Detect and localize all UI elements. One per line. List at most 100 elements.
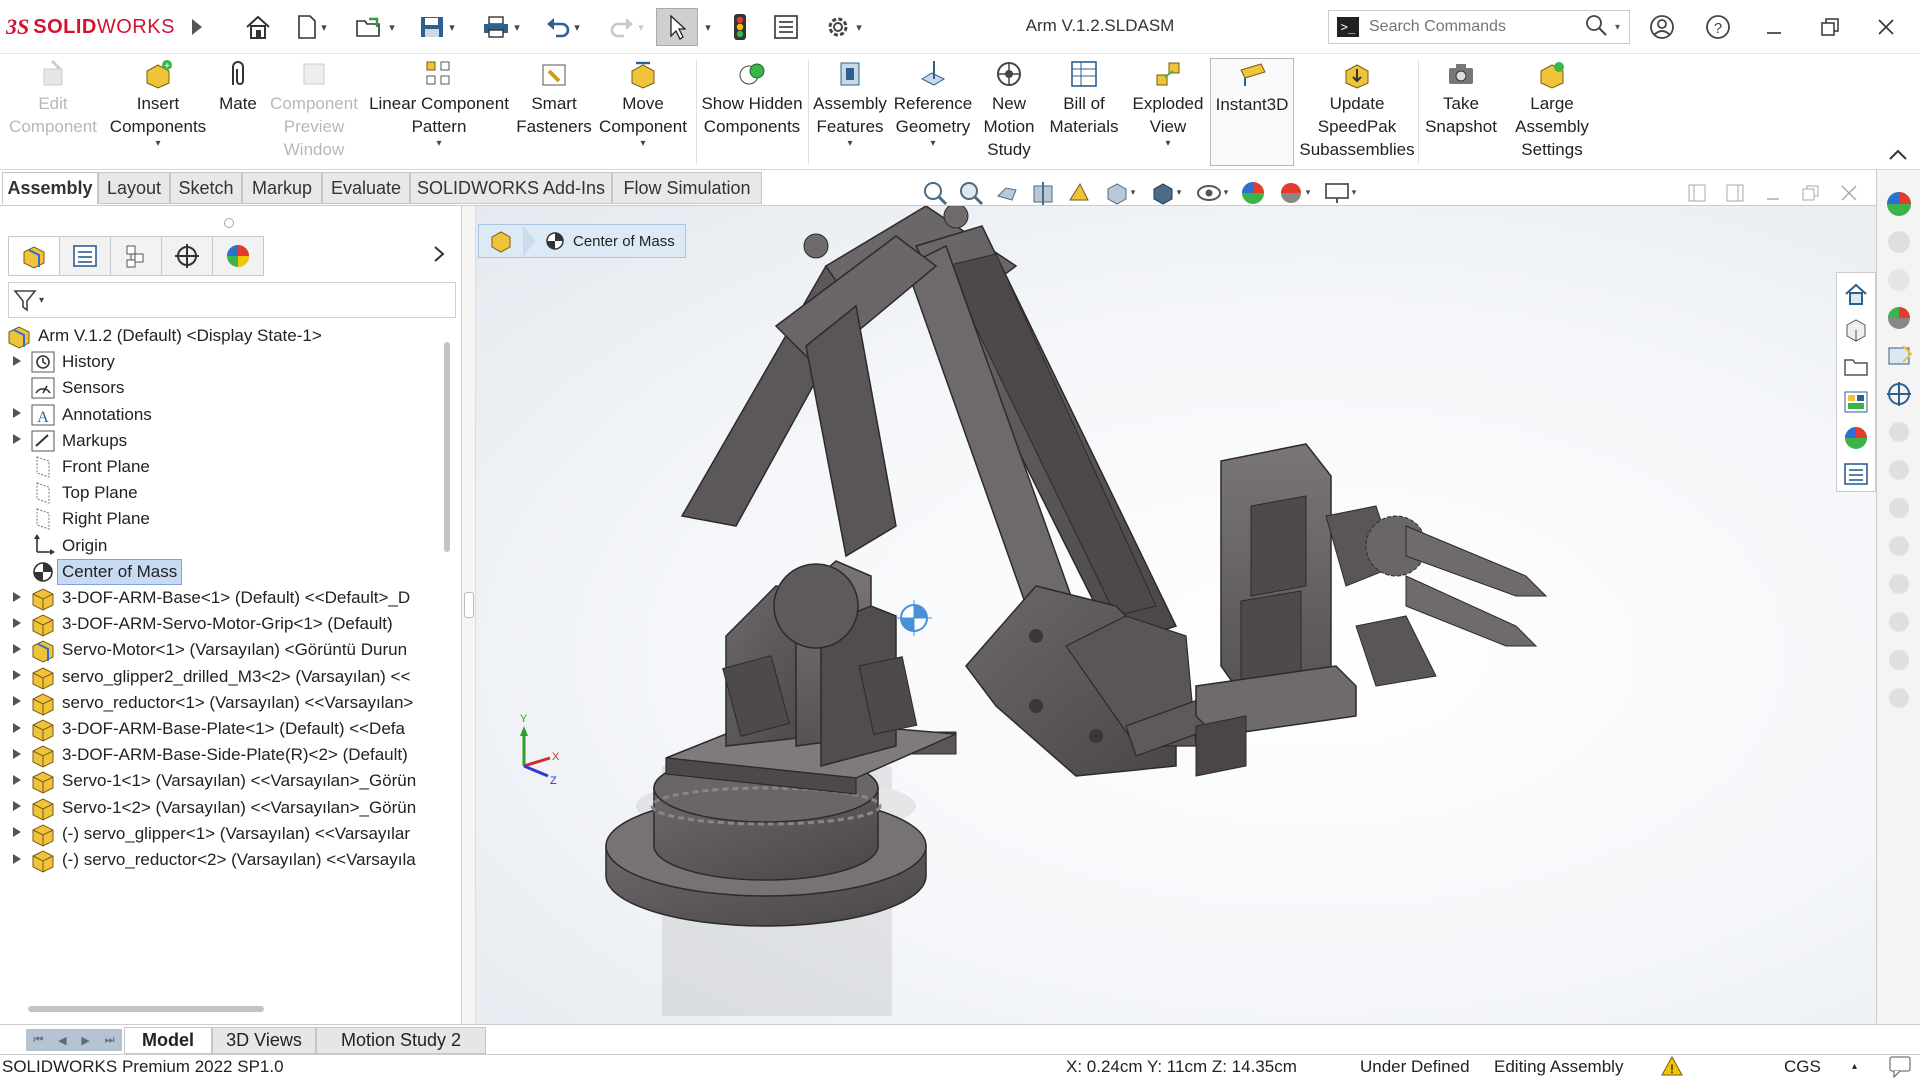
display-style-icon[interactable]: ▾ (1146, 178, 1186, 208)
insert-components-dropdown-icon[interactable]: ▾ (155, 138, 160, 150)
rebuild-warning-icon[interactable]: ! (1660, 1055, 1690, 1080)
expand-arrow-icon[interactable] (12, 695, 28, 710)
edit-appearance-icon[interactable] (1238, 178, 1268, 208)
previous-view-icon[interactable] (992, 178, 1022, 208)
expand-menu-icon[interactable] (186, 8, 208, 46)
tab-markup[interactable]: Markup (242, 172, 322, 204)
appearances-scenes-icon[interactable] (1883, 188, 1915, 220)
component-preview-window-button[interactable]: Component Preview Window (266, 58, 362, 166)
solidworks-resources-icon[interactable] (1883, 340, 1915, 372)
arm-base[interactable] (605, 717, 957, 927)
expand-arrow-icon[interactable] (12, 591, 28, 606)
expand-arrow-icon[interactable] (12, 643, 28, 658)
open-document-button[interactable]: ▾ (348, 8, 402, 46)
zoom-to-fit-icon[interactable] (920, 178, 950, 208)
gripper-assembly[interactable] (1195, 443, 1548, 777)
reference-geometry-dropdown-icon[interactable]: ▾ (930, 138, 935, 150)
custom-properties-icon[interactable] (1883, 302, 1915, 334)
expand-arrow-icon[interactable] (12, 433, 28, 448)
assembly-features-dropdown-icon[interactable]: ▾ (847, 138, 852, 150)
view-appearance-icon[interactable] (1841, 423, 1871, 453)
assembly-features-button[interactable]: Assembly Features ▾ (810, 58, 890, 166)
search-input[interactable] (1369, 18, 1579, 36)
view-home-icon[interactable] (1841, 279, 1871, 309)
design-library-icon[interactable] (1883, 226, 1915, 258)
expand-arrow-icon[interactable] (12, 407, 28, 422)
panel-splitter[interactable] (462, 206, 476, 1024)
edit-component-button[interactable]: Edit Component (4, 58, 102, 166)
select-dropdown-icon[interactable]: ▾ (698, 8, 714, 46)
large-assembly-settings-button[interactable]: Large Assembly Settings (1504, 58, 1600, 166)
new-motion-study-button[interactable]: New Motion Study (976, 58, 1042, 166)
expand-arrow-icon[interactable] (12, 748, 28, 763)
tab-evaluate[interactable]: Evaluate (322, 172, 410, 204)
search-commands-box[interactable]: >_ ▾ (1328, 10, 1630, 44)
home-icon[interactable] (242, 8, 274, 46)
tree-vertical-scrollbar[interactable] (444, 342, 450, 552)
pane-item-icon[interactable] (1883, 682, 1915, 714)
property-manager-tab-icon[interactable] (59, 236, 111, 276)
center-of-mass-marker[interactable] (896, 600, 932, 636)
view-folder-icon[interactable] (1841, 351, 1871, 381)
dynamic-annotation-views-icon[interactable] (1064, 178, 1094, 208)
tab-navigation-arrows[interactable]: ⏮ ◀ ▶ ⏭ (26, 1029, 122, 1051)
feature-tree-tab-icon[interactable] (8, 236, 60, 276)
target-crosshair-icon[interactable] (1883, 378, 1915, 410)
show-hidden-components-button[interactable]: Show Hidden Components (698, 58, 806, 166)
mate-button[interactable]: Mate (212, 58, 264, 166)
tab-assembly[interactable]: Assembly (2, 172, 98, 204)
tab-solidworks-add-ins[interactable]: SOLIDWORKS Add-Ins (410, 172, 612, 204)
save-button[interactable]: ▾ (410, 8, 464, 46)
exploded-view-dropdown-icon[interactable]: ▾ (1165, 138, 1170, 150)
expand-arrow-icon[interactable] (12, 853, 28, 868)
file-properties-icon[interactable] (770, 8, 802, 46)
view-properties-icon[interactable] (1841, 459, 1871, 489)
exploded-view-button[interactable]: Exploded View ▾ (1126, 58, 1210, 166)
splitter-handle[interactable] (464, 592, 474, 618)
tab-sketch[interactable]: Sketch (170, 172, 242, 204)
update-speedpak-subassemblies-button[interactable]: Update SpeedPak Subassemblies (1298, 58, 1416, 166)
undo-button[interactable]: ▾ (536, 8, 590, 46)
expand-panel-chevron-icon[interactable] (432, 244, 446, 270)
breadcrumb-assembly-icon[interactable] (479, 225, 523, 257)
pane-item-icon[interactable] (1883, 530, 1915, 562)
linear-component-pattern-button[interactable]: Linear Component Pattern ▾ (364, 58, 514, 166)
panel-grip-handle[interactable] (224, 218, 234, 228)
view-settings-icon[interactable]: ▾ (1320, 178, 1360, 208)
breadcrumb[interactable]: Center of Mass (478, 224, 686, 258)
viewport-tile-right-icon[interactable] (1720, 180, 1750, 206)
expand-arrow-icon[interactable] (12, 669, 28, 684)
search-icon[interactable] (1585, 14, 1607, 41)
breadcrumb-center-of-mass[interactable]: Center of Mass (535, 225, 685, 257)
viewport-minimize-icon[interactable] (1758, 180, 1788, 206)
help-icon[interactable]: ? (1700, 10, 1736, 44)
configuration-manager-tab-icon[interactable] (110, 236, 162, 276)
move-component-button[interactable]: Move Component ▾ (594, 58, 692, 166)
tab-model[interactable]: Model (124, 1027, 212, 1054)
instant3d-button[interactable]: Instant3D (1210, 58, 1294, 166)
view-orientation-icon[interactable]: ▾ (1100, 178, 1140, 208)
insert-components-button[interactable]: + Insert Components ▾ (106, 58, 210, 166)
tab-flow-simulation[interactable]: Flow Simulation (612, 172, 762, 204)
expand-arrow-icon[interactable] (12, 617, 28, 632)
pane-item-icon[interactable] (1883, 492, 1915, 524)
dimxpert-manager-tab-icon[interactable] (161, 236, 213, 276)
reference-geometry-button[interactable]: Reference Geometry ▾ (892, 58, 974, 166)
new-document-button[interactable]: ▾ (290, 8, 334, 46)
print-button[interactable]: ▾ (474, 8, 528, 46)
view-palette-icon[interactable] (1841, 387, 1871, 417)
tree-item[interactable]: (-) servo_reductor<2> (Varsayılan) <<Var… (0, 844, 440, 876)
tab-motion-study-2[interactable]: Motion Study 2 (316, 1027, 486, 1054)
expand-arrow-icon[interactable] (12, 774, 28, 789)
graphics-area[interactable]: Y X Z (476, 206, 1876, 1024)
collapse-ribbon-chevron-icon[interactable] (1888, 142, 1908, 166)
viewport-restore-icon[interactable] (1796, 180, 1826, 206)
select-arrow-icon[interactable] (656, 8, 698, 46)
tab-layout[interactable]: Layout (98, 172, 170, 204)
tree-horizontal-scrollbar[interactable] (28, 1006, 264, 1012)
pane-item-icon[interactable] (1883, 644, 1915, 676)
robot-arm-model[interactable]: Y X Z (476, 206, 1876, 1024)
pane-item-icon[interactable] (1883, 606, 1915, 638)
display-manager-tab-icon[interactable] (212, 236, 264, 276)
shoulder-assembly[interactable] (722, 560, 918, 767)
